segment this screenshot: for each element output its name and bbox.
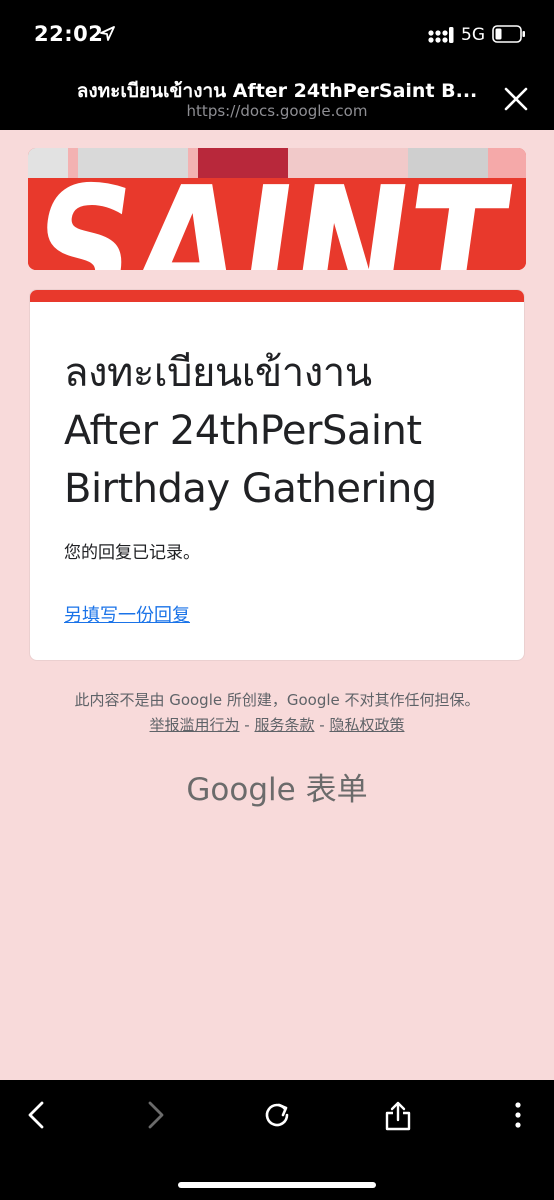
brand-google: Google xyxy=(186,772,296,808)
status-time: 22:02 xyxy=(34,22,104,46)
report-abuse-link[interactable]: 举报滥用行为 xyxy=(150,716,240,734)
privacy-policy-link[interactable]: 隐私权政策 xyxy=(329,716,404,734)
link-separator: - xyxy=(314,716,330,734)
browser-header: ลงทะเบียนเข้างาน After 24thPerSaint B...… xyxy=(0,70,554,130)
confirmation-message: 您的回复已记录。 xyxy=(64,543,200,563)
brand-forms: 表单 xyxy=(305,772,368,808)
form-title-line: After 24thPerSaint xyxy=(64,408,422,454)
disclaimer-text: 此内容不是由 Google 所创建，Google 不对其作任何担保。 xyxy=(74,691,480,709)
forward-icon[interactable] xyxy=(142,1100,168,1135)
form-title: ลงทะเบียนเข้างาน After 24thPerSaint Birt… xyxy=(64,344,494,518)
home-indicator[interactable] xyxy=(178,1182,376,1188)
more-icon[interactable] xyxy=(508,1100,528,1135)
network-label: 5G xyxy=(461,25,485,45)
form-title-line: Birthday Gathering xyxy=(64,466,437,512)
status-bar: 22:02 5G xyxy=(0,0,554,70)
signal-icon xyxy=(428,27,454,48)
form-title-line: ลงทะเบียนเข้างาน xyxy=(64,350,372,396)
google-forms-logo[interactable]: Google 表单 xyxy=(0,764,554,809)
card-accent-bar xyxy=(30,290,524,302)
back-icon[interactable] xyxy=(24,1100,50,1135)
form-header-banner: SAINT xyxy=(28,148,526,270)
submit-another-response-link[interactable]: 另填写一份回复 xyxy=(64,601,190,627)
share-icon[interactable] xyxy=(384,1100,412,1137)
battery-icon xyxy=(492,25,526,48)
close-icon[interactable] xyxy=(502,85,530,118)
banner-text: SAINT xyxy=(28,151,518,270)
location-arrow-icon xyxy=(100,26,115,46)
reload-icon[interactable] xyxy=(262,1100,292,1135)
banner-image: SAINT xyxy=(28,148,526,270)
page-url[interactable]: https://docs.google.com xyxy=(62,102,492,120)
form-card: ลงทะเบียนเข้างาน After 24thPerSaint Birt… xyxy=(29,289,525,661)
footer-links: 举报滥用行为 - 服务条款 - 隐私权政策 xyxy=(0,714,554,735)
terms-of-service-link[interactable]: 服务条款 xyxy=(254,716,314,734)
link-separator: - xyxy=(239,716,255,734)
